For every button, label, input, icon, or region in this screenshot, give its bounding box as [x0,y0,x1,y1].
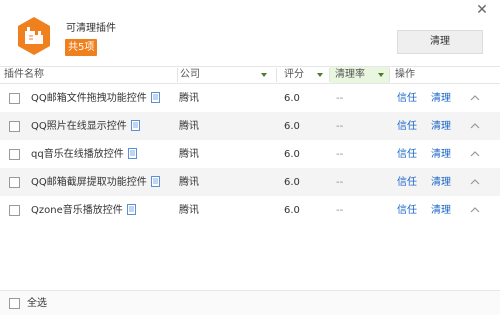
sort-arrow-down-icon [261,73,267,77]
table-row: qq音乐在线播放控件 腾讯 6.0 -- 信任 清理 [0,140,500,168]
column-header-score[interactable]: 评分 [277,67,330,83]
score-cell: 6.0 [284,205,300,216]
plugin-name: QQ邮箱文件拖拽功能控件 [31,92,160,105]
chevron-up-icon[interactable] [469,93,481,103]
dialog-header: 可清理插件 共5项 ✕ 清理 [0,0,500,66]
row-checkbox[interactable] [9,93,20,104]
rate-cell: -- [336,93,344,104]
trust-link[interactable]: 信任 [397,120,417,133]
document-details-icon[interactable] [150,176,160,187]
column-header-company[interactable]: 公司 [178,67,277,83]
column-header-rate-label: 清理率 [335,69,365,80]
plugin-list: QQ邮箱文件拖拽功能控件 腾讯 6.0 -- 信任 清理 QQ照片在线显示控件 … [0,84,500,224]
plugin-name: QQ邮箱截屏提取功能控件 [31,176,160,189]
row-checkbox[interactable] [9,121,20,132]
clean-link[interactable]: 清理 [431,92,451,105]
column-header-action: 操作 [395,67,455,83]
table-row: QQ照片在线显示控件 腾讯 6.0 -- 信任 清理 [0,112,500,140]
plugin-name-text: qq音乐在线播放控件 [31,149,124,160]
plugin-name-text: QQ邮箱文件拖拽功能控件 [31,93,147,104]
plugin-name: qq音乐在线播放控件 [31,148,137,161]
document-details-icon[interactable] [130,120,140,131]
trust-link[interactable]: 信任 [397,148,417,161]
rate-cell: -- [336,121,344,132]
document-details-icon[interactable] [150,92,160,103]
sort-arrow-down-icon [317,73,323,77]
score-cell: 6.0 [284,121,300,132]
trust-link[interactable]: 信任 [397,176,417,189]
trust-link[interactable]: 信任 [397,92,417,105]
select-all-checkbox[interactable] [9,298,20,309]
clean-link[interactable]: 清理 [431,148,451,161]
table-row: QQ邮箱文件拖拽功能控件 腾讯 6.0 -- 信任 清理 [0,84,500,112]
document-details-icon[interactable] [126,204,136,215]
chevron-up-icon[interactable] [469,149,481,159]
clean-link[interactable]: 清理 [431,204,451,217]
dialog-title: 可清理插件 [66,23,116,34]
close-icon[interactable]: ✕ [474,2,490,18]
column-header-company-label: 公司 [180,69,200,80]
column-header-rate[interactable]: 清理率 [330,67,390,83]
column-header-score-label: 评分 [284,69,304,80]
plugin-name-text: QQ邮箱截屏提取功能控件 [31,177,147,188]
clean-link[interactable]: 清理 [431,120,451,133]
company-cell: 腾讯 [179,121,199,132]
score-cell: 6.0 [284,93,300,104]
plugin-name-text: Qzone音乐播放控件 [31,205,123,216]
table-row: Qzone音乐播放控件 腾讯 6.0 -- 信任 清理 [0,196,500,224]
clean-link[interactable]: 清理 [431,176,451,189]
rate-cell: -- [336,205,344,216]
company-cell: 腾讯 [179,177,199,188]
score-cell: 6.0 [284,177,300,188]
row-checkbox[interactable] [9,149,20,160]
chevron-up-icon[interactable] [469,177,481,187]
column-header-action-label: 操作 [395,69,415,80]
dialog-footer: 全选 [0,290,500,315]
column-header-name[interactable]: 插件名称 [4,67,178,83]
document-details-icon[interactable] [127,148,137,159]
item-count-badge: 共5项 [65,39,98,56]
trust-link[interactable]: 信任 [397,204,417,217]
company-cell: 腾讯 [179,205,199,216]
table-header: 插件名称 公司 评分 清理率 操作 [0,66,500,84]
plugin-name: Qzone音乐播放控件 [31,204,136,217]
column-divider [389,68,390,82]
company-cell: 腾讯 [179,93,199,104]
column-header-name-label: 插件名称 [4,69,44,80]
rate-cell: -- [336,149,344,160]
rate-cell: -- [336,177,344,188]
plugin-name-text: QQ照片在线显示控件 [31,121,127,132]
sort-arrow-down-icon [378,73,384,77]
select-all-label[interactable]: 全选 [27,297,47,310]
chevron-up-icon[interactable] [469,121,481,131]
row-checkbox[interactable] [9,177,20,188]
row-checkbox[interactable] [9,205,20,216]
plugin-name: QQ照片在线显示控件 [31,120,140,133]
plugin-hexagon-logo-icon [18,17,50,55]
company-cell: 腾讯 [179,149,199,160]
clean-button[interactable]: 清理 [397,30,483,54]
score-cell: 6.0 [284,149,300,160]
table-row: QQ邮箱截屏提取功能控件 腾讯 6.0 -- 信任 清理 [0,168,500,196]
chevron-up-icon[interactable] [469,205,481,215]
